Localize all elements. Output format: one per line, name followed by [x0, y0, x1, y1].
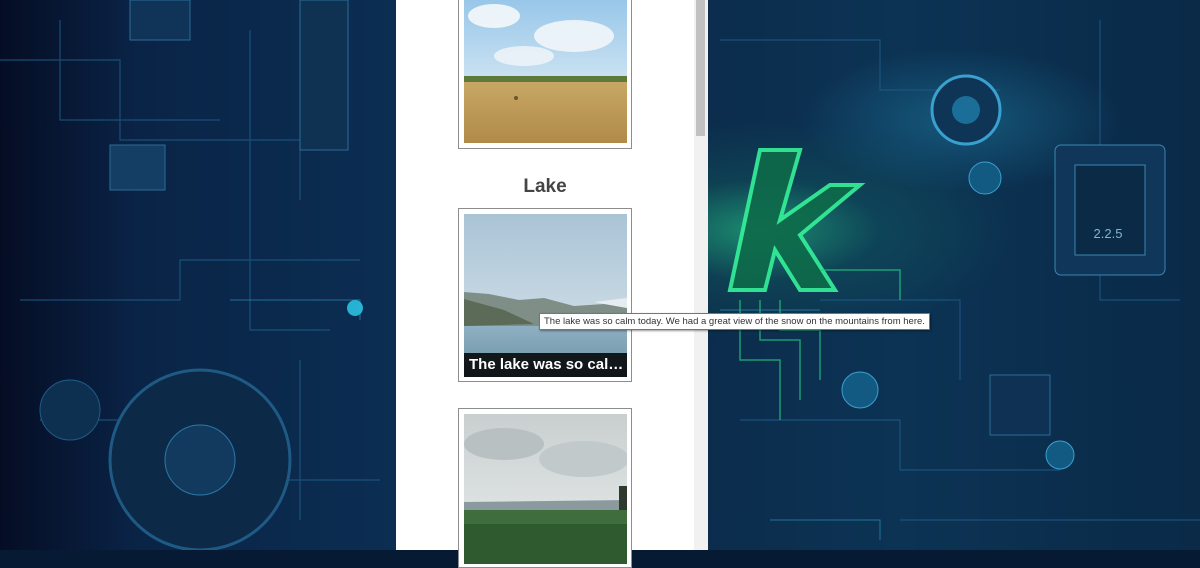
gallery-item-meadow[interactable]	[458, 408, 632, 568]
field-photo[interactable]	[464, 0, 627, 143]
tooltip: The lake was so calm today. We had a gre…	[539, 313, 930, 330]
scrollbar[interactable]	[694, 0, 708, 550]
gallery-item-lake[interactable]: The lake was so cal…	[458, 208, 632, 382]
lake-photo[interactable]: The lake was so cal…	[464, 214, 627, 377]
section-title: Lake	[523, 176, 567, 197]
photo-caption: The lake was so cal…	[464, 353, 627, 377]
svg-text:2.2.5: 2.2.5	[1094, 226, 1123, 241]
gallery-item-field[interactable]	[458, 0, 632, 149]
scrollbar-thumb[interactable]	[696, 0, 705, 136]
meadow-photo[interactable]	[464, 414, 627, 564]
